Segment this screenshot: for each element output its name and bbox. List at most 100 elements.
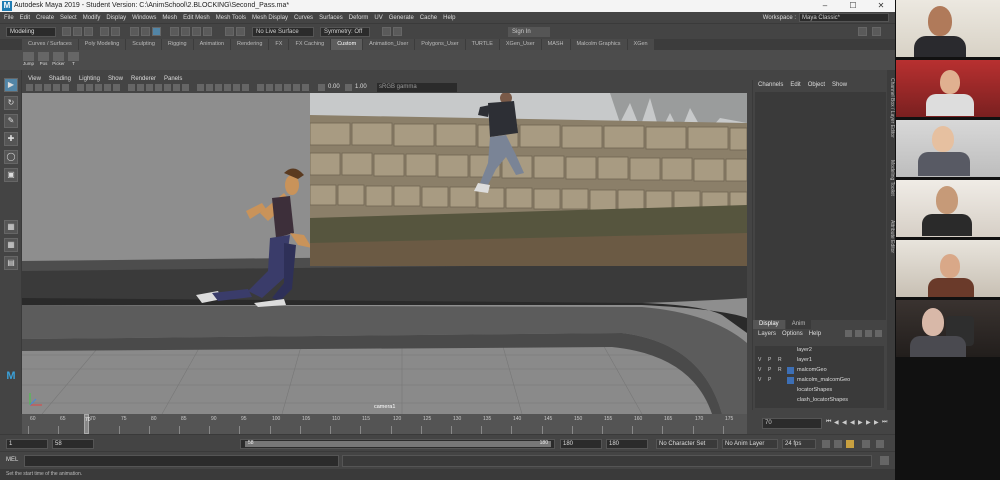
shelf-tab-fx-caching[interactable]: FX Caching: [289, 39, 331, 50]
participant-tile[interactable]: [896, 180, 1000, 237]
shelf-tab-malcolm-graphics[interactable]: Malcolm Graphics: [570, 39, 627, 50]
motion-blur-icon[interactable]: [224, 84, 231, 91]
layer-row[interactable]: layer2: [755, 346, 884, 355]
range-slider-handle[interactable]: 58 180: [245, 440, 551, 447]
wireframe-icon[interactable]: [128, 84, 135, 91]
menu-file[interactable]: File: [4, 15, 14, 21]
side-tab-modeling-toolkit[interactable]: Modeling Toolkit: [887, 160, 895, 196]
viewport-menu-lighting[interactable]: Lighting: [79, 76, 100, 82]
viewport-menu-show[interactable]: Show: [108, 76, 123, 82]
render-icon[interactable]: [225, 27, 234, 36]
shelf-tab-xgen[interactable]: XGen: [627, 39, 654, 50]
step-back-frame-icon[interactable]: ◀: [842, 419, 849, 428]
channel-menu-show[interactable]: Show: [832, 82, 847, 88]
select-component-icon[interactable]: [152, 27, 161, 36]
snap-point-icon[interactable]: [192, 27, 201, 36]
xray-joints-icon[interactable]: [206, 84, 213, 91]
layer-row[interactable]: V P Rlayer1: [755, 356, 884, 365]
redo-icon[interactable]: [111, 27, 120, 36]
ambient-occlusion-icon[interactable]: [215, 84, 222, 91]
modeling-toolkit-icon[interactable]: [858, 27, 867, 36]
use-all-lights-icon[interactable]: [173, 84, 180, 91]
minimize-button[interactable]: –: [818, 0, 832, 12]
menu-generate[interactable]: Generate: [389, 15, 414, 21]
shelf-tab-xgen-user[interactable]: XGen_User: [499, 39, 541, 50]
menu-mesh-tools[interactable]: Mesh Tools: [216, 15, 246, 21]
participant-tile[interactable]: [896, 0, 1000, 57]
menu-mesh[interactable]: Mesh: [162, 15, 177, 21]
menu-mesh-display[interactable]: Mesh Display: [252, 15, 288, 21]
safe-action-icon[interactable]: [113, 84, 120, 91]
layer-row[interactable]: V P RmalcomGeo: [755, 366, 884, 375]
lasso-tool-icon[interactable]: ↻: [4, 96, 18, 110]
side-tab-attribute-editor[interactable]: Attribute Editor: [887, 220, 895, 253]
new-layer-icon[interactable]: [865, 330, 872, 337]
menu-curves[interactable]: Curves: [294, 15, 313, 21]
current-time-marker[interactable]: 70: [84, 414, 91, 434]
menu-help[interactable]: Help: [443, 15, 455, 21]
snap-curve-icon[interactable]: [181, 27, 190, 36]
gate-mask-icon[interactable]: [95, 84, 102, 91]
playback-options-icon[interactable]: [876, 440, 884, 448]
exposure-value[interactable]: 0.00: [328, 84, 340, 90]
paint-select-icon[interactable]: ✎: [4, 114, 18, 128]
menu-uv[interactable]: UV: [374, 15, 382, 21]
anti-aliasing-icon[interactable]: [233, 84, 240, 91]
auto-key-icon[interactable]: [846, 440, 854, 448]
step-back-key-icon[interactable]: ◀: [834, 419, 841, 428]
select-tool-icon[interactable]: ▶: [4, 78, 18, 92]
shelf-button-picker[interactable]: Picker: [52, 52, 65, 68]
tab-anim[interactable]: Anim: [785, 320, 812, 329]
smooth-shade-icon[interactable]: [137, 84, 144, 91]
sign-in-button[interactable]: Sign In: [508, 27, 550, 37]
mel-input[interactable]: [24, 455, 339, 467]
shelf-tab-rendering[interactable]: Rendering: [231, 39, 269, 50]
shelf-tab-turtle[interactable]: TURTLE: [465, 39, 499, 50]
channel-list[interactable]: [755, 92, 886, 320]
workspace-dropdown[interactable]: Maya Classic*: [799, 13, 889, 22]
camera-select-icon[interactable]: [26, 84, 33, 91]
camera-attr-icon[interactable]: [35, 84, 42, 91]
time-ruler[interactable]: 60 65 70 75 80 85 90 95 100 105 110 115 120 125 130 135…: [22, 414, 747, 434]
channel-menu-object[interactable]: Object: [808, 82, 825, 88]
color-space-dropdown[interactable]: sRGB gamma: [377, 83, 457, 92]
default-material-icon[interactable]: [146, 84, 153, 91]
bookmark-icon[interactable]: [44, 84, 51, 91]
tab-display[interactable]: Display: [753, 320, 785, 329]
color-management-icon[interactable]: [302, 84, 309, 91]
layer-menu-help[interactable]: Help: [809, 331, 821, 337]
playblast-icon[interactable]: [284, 84, 291, 91]
gamma-icon[interactable]: [345, 84, 352, 91]
shelf-tab-animation-user[interactable]: Animation_User: [363, 39, 415, 50]
move-tool-icon[interactable]: ✚: [4, 132, 18, 146]
viewport-menu-panels[interactable]: Panels: [164, 76, 182, 82]
four-view-icon[interactable]: ▦: [4, 238, 18, 252]
fps-dropdown[interactable]: 24 fps: [782, 439, 816, 449]
shelf-tab-custom[interactable]: Custom: [331, 39, 363, 50]
undo-icon[interactable]: [100, 27, 109, 36]
participant-tile[interactable]: [896, 120, 1000, 177]
maximize-button[interactable]: ☐: [846, 0, 860, 12]
shelf-button-jump[interactable]: Jump: [22, 52, 35, 68]
sound-icon[interactable]: [834, 440, 842, 448]
shelf-tab-fx[interactable]: FX: [269, 39, 289, 50]
menu-edit[interactable]: Edit: [20, 15, 30, 21]
hud-icon[interactable]: [275, 84, 282, 91]
participant-tile[interactable]: [896, 240, 1000, 297]
viewport-menu-renderer[interactable]: Renderer: [131, 76, 156, 82]
save-scene-icon[interactable]: [84, 27, 93, 36]
shelf-tab-mash[interactable]: MASH: [541, 39, 570, 50]
layout-icon[interactable]: ▤: [4, 256, 18, 270]
layer-menu-layers[interactable]: Layers: [758, 331, 776, 337]
viewport-3d[interactable]: camera1: [22, 93, 747, 414]
go-to-end-icon[interactable]: ⏭: [882, 419, 889, 428]
layer-row[interactable]: V Pmalcolm_malcomGeo: [755, 376, 884, 385]
menu-edit-mesh[interactable]: Edit Mesh: [183, 15, 210, 21]
character-set-dropdown[interactable]: No Character Set: [656, 439, 718, 449]
shelf-tab-curves-surfaces[interactable]: Curves / Surfaces: [22, 39, 78, 50]
layer-row[interactable]: locatorShapes: [755, 386, 884, 395]
channel-menu-channels[interactable]: Channels: [758, 82, 783, 88]
viewport-menu-view[interactable]: View: [28, 76, 41, 82]
channel-menu-edit[interactable]: Edit: [790, 82, 800, 88]
participant-tile[interactable]: [896, 60, 1000, 117]
